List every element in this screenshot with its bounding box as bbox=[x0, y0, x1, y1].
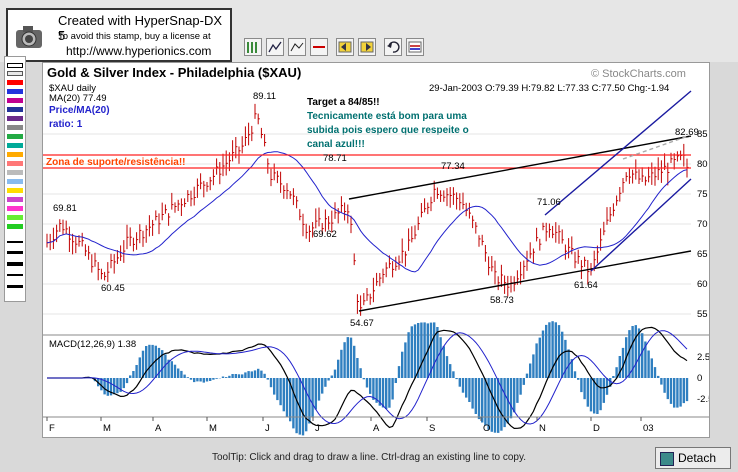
target-note: Target a 84/85!! bbox=[307, 97, 380, 108]
undo-icon[interactable] bbox=[384, 38, 402, 56]
ohlc-readout: 29-Jan-2003 O:79.39 H:79.82 L:77.33 C:77… bbox=[429, 83, 669, 94]
line-width-1[interactable] bbox=[7, 241, 23, 243]
line-width-2[interactable] bbox=[7, 251, 23, 254]
price-tick-label: 70 bbox=[697, 219, 708, 230]
stock-chart[interactable]: Gold & Silver Index - Philadelphia ($XAU… bbox=[42, 62, 713, 438]
color-swatch-hot-pink[interactable] bbox=[7, 206, 23, 211]
color-swatch-dark-grey[interactable] bbox=[7, 125, 23, 130]
price-annotation: 60.45 bbox=[101, 283, 125, 294]
arrow-left-icon[interactable] bbox=[336, 38, 354, 56]
settings-icon[interactable] bbox=[406, 38, 424, 56]
price-annotation: 58.73 bbox=[490, 295, 514, 306]
color-swatch-pink[interactable] bbox=[7, 161, 23, 166]
color-swatch-navy[interactable] bbox=[7, 107, 23, 112]
month-label: 03 bbox=[643, 423, 654, 434]
ratio-label: ratio: 1 bbox=[49, 119, 83, 130]
color-swatch-lime[interactable] bbox=[7, 215, 23, 220]
fan-tool-icon[interactable] bbox=[288, 38, 306, 56]
price-annotation: 61.64 bbox=[574, 280, 598, 291]
line-width-4[interactable] bbox=[7, 274, 23, 276]
month-label: N bbox=[539, 423, 546, 434]
price-ma-label: Price/MA(20) bbox=[49, 105, 110, 116]
color-swatch-green[interactable] bbox=[7, 134, 23, 139]
color-swatch-silver[interactable] bbox=[7, 170, 23, 175]
macd-tick-label: 2.5 bbox=[697, 352, 709, 363]
macd-tick-label: -2.5 bbox=[697, 394, 709, 405]
month-label: F bbox=[49, 423, 55, 434]
macd-label: MACD(12,26,9) 1.38 bbox=[49, 339, 136, 350]
chart-title: Gold & Silver Index - Philadelphia ($XAU… bbox=[47, 65, 301, 80]
price-annotation: 69.62 bbox=[313, 229, 337, 240]
line-width-5[interactable] bbox=[7, 285, 23, 288]
color-swatch-orange[interactable] bbox=[7, 152, 23, 157]
line-tool-icon[interactable] bbox=[266, 38, 284, 56]
line-width-3[interactable] bbox=[7, 262, 23, 266]
color-swatch-blue[interactable] bbox=[7, 89, 23, 94]
detach-button[interactable]: Detach bbox=[655, 447, 731, 469]
price-annotation: 77.34 bbox=[441, 161, 465, 172]
month-label: O bbox=[483, 423, 490, 434]
price-tick-label: 80 bbox=[697, 159, 708, 170]
comment-line-1: Tecnicamente está bom para uma bbox=[307, 111, 467, 122]
month-label: J bbox=[265, 423, 270, 434]
month-label: S bbox=[429, 423, 435, 434]
month-label: D bbox=[593, 423, 600, 434]
price-annotation: 54.67 bbox=[350, 318, 374, 329]
bar-chart-icon[interactable] bbox=[244, 38, 262, 56]
detach-label: Detach bbox=[678, 451, 717, 465]
price-annotation: 89.11 bbox=[253, 91, 276, 102]
month-label: M bbox=[209, 423, 217, 434]
status-bar: ToolTip: Click and drag to draw a line. … bbox=[0, 444, 738, 472]
zone-label: Zona de suporte/resistência!! bbox=[46, 157, 185, 168]
color-swatch-grey[interactable] bbox=[7, 71, 23, 76]
hypersnap-stamp: Created with HyperSnap-DX 5 To avoid thi… bbox=[6, 8, 232, 62]
price-tick-label: 60 bbox=[697, 279, 708, 290]
color-swatch-magenta[interactable] bbox=[7, 98, 23, 103]
stockcharts-credit: © StockCharts.com bbox=[591, 68, 686, 80]
stamp-line-2: To avoid this stamp, buy a license at bbox=[58, 31, 211, 42]
price-annotation: 69.81 bbox=[53, 203, 77, 214]
month-label: A bbox=[373, 423, 380, 434]
color-swatch-light-blue[interactable] bbox=[7, 179, 23, 184]
month-label: A bbox=[155, 423, 162, 434]
month-label: J bbox=[315, 423, 320, 434]
color-swatch-violet[interactable] bbox=[7, 197, 23, 202]
toolbar: Created with HyperSnap-DX 5 To avoid thi… bbox=[0, 0, 738, 62]
price-tick-label: 55 bbox=[697, 309, 708, 320]
chart-canvas[interactable]: Gold & Silver Index - Philadelphia ($XAU… bbox=[43, 63, 713, 437]
camera-icon bbox=[16, 26, 42, 48]
ma-legend: MA(20) 77.49 bbox=[49, 93, 107, 104]
price-annotation: 71.06 bbox=[537, 197, 561, 208]
tooltip-text: ToolTip: Click and drag to draw a line. … bbox=[211, 452, 527, 463]
stamp-line-3: http://www.hyperionics.com bbox=[66, 44, 212, 58]
price-tick-label: 85 bbox=[697, 129, 708, 140]
comment-line-3: canal azul!!! bbox=[307, 139, 365, 150]
color-swatch-red[interactable] bbox=[7, 80, 23, 85]
price-tick-label: 75 bbox=[697, 189, 708, 200]
color-swatch-white[interactable] bbox=[7, 63, 23, 68]
price-annotation: 78.71 bbox=[323, 153, 347, 164]
color-swatch-bright-green[interactable] bbox=[7, 224, 23, 229]
detach-icon bbox=[660, 452, 674, 466]
price-annotation: 82.69 bbox=[675, 127, 699, 138]
color-swatch-teal[interactable] bbox=[7, 143, 23, 148]
macd-tick-label: 0 bbox=[697, 373, 702, 384]
price-tick-label: 65 bbox=[697, 249, 708, 260]
arrow-right-icon[interactable] bbox=[358, 38, 376, 56]
color-swatch-purple[interactable] bbox=[7, 116, 23, 121]
month-label: M bbox=[103, 423, 111, 434]
color-line-icon[interactable] bbox=[310, 38, 328, 56]
color-swatch-yellow[interactable] bbox=[7, 188, 23, 193]
color-palette bbox=[4, 56, 26, 302]
